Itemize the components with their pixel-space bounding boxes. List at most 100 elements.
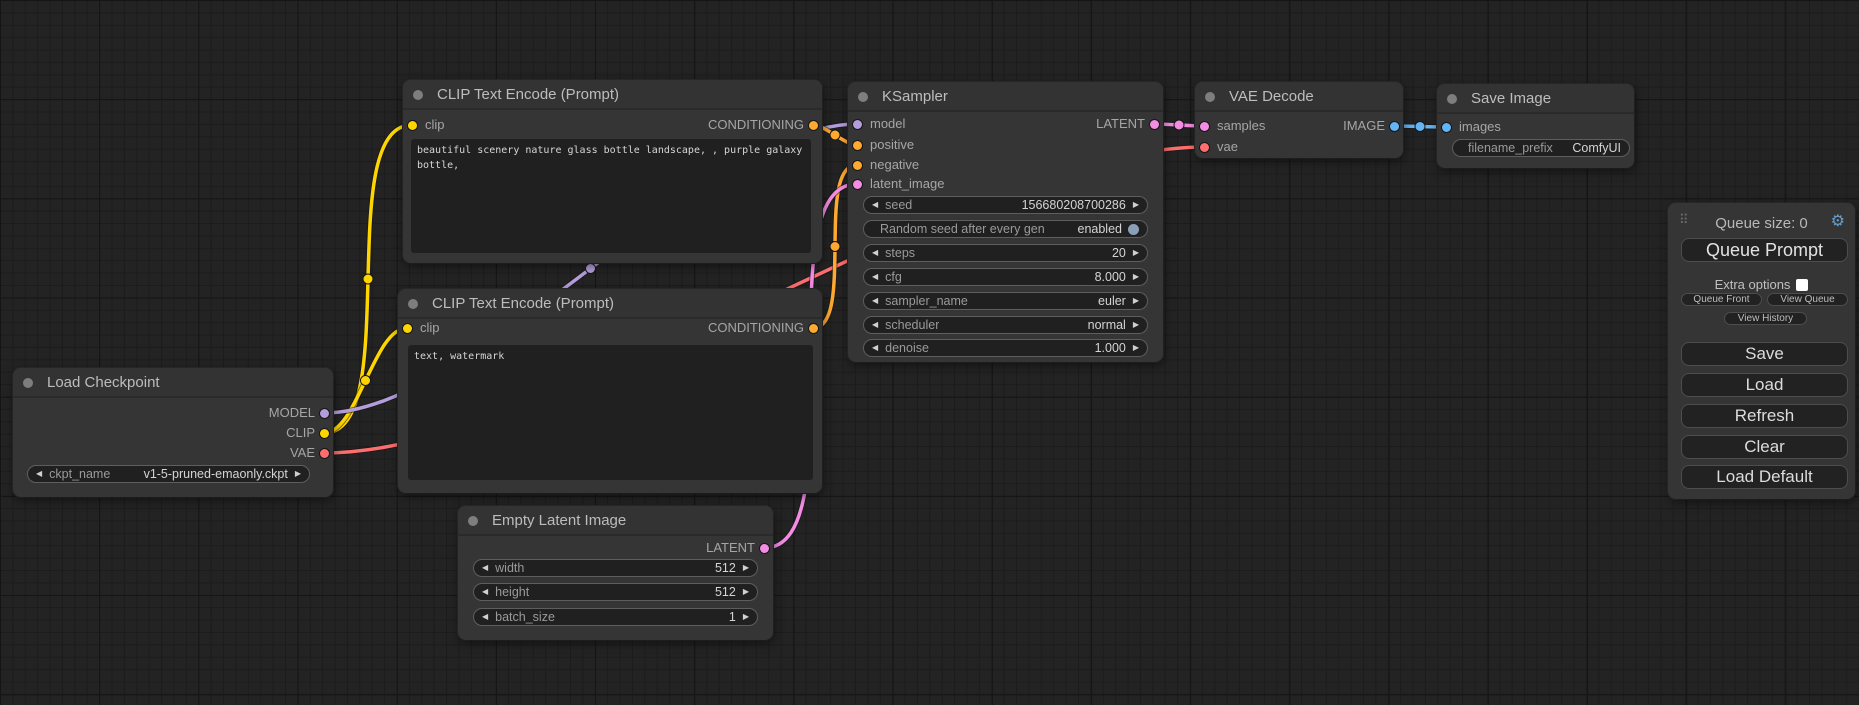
samples-input-label: samples [1217,119,1265,133]
empty-latent-node[interactable]: Empty Latent ImageLATENT◀width512▶◀heigh… [458,506,773,640]
increment-arrow-icon[interactable]: ▶ [1133,269,1139,285]
CONDITIONING-output-slot[interactable] [809,121,818,130]
filename_prefix-widget[interactable]: filename_prefix ComfyUI [1452,139,1630,157]
view-queue-button[interactable]: View Queue [1767,293,1848,306]
node-collapse-dot[interactable] [413,90,423,100]
link-midpoint-dot[interactable] [830,130,840,140]
link-midpoint-dot[interactable] [361,376,371,386]
VAE-output-label: VAE [290,446,315,460]
widget-value: normal [1082,318,1126,332]
denoise-widget[interactable]: ◀denoise1.000▶ [863,339,1148,357]
CLIP-output-slot[interactable] [320,429,329,438]
clear-button[interactable]: Clear [1681,435,1848,459]
IMAGE-output-slot[interactable] [1390,122,1399,131]
positive-input-slot[interactable] [853,141,862,150]
queue-front-button[interactable]: Queue Front [1681,293,1762,306]
negative-input-slot[interactable] [853,161,862,170]
widget-value: ComfyUI [1566,141,1621,155]
model-input-slot[interactable] [853,120,862,129]
decrement-arrow-icon[interactable]: ◀ [872,293,878,309]
clip-encode-1-node[interactable]: CLIP Text Encode (Prompt)clipCONDITIONIN… [403,80,822,263]
extra-options-checkbox[interactable] [1796,279,1808,291]
node-collapse-dot[interactable] [858,92,868,102]
scheduler-widget[interactable]: ◀schedulernormal▶ [863,316,1148,334]
decrement-arrow-icon[interactable]: ◀ [872,245,878,261]
height-widget[interactable]: ◀height512▶ [473,583,758,601]
queue-size-label: Queue size: 0 [1668,215,1855,232]
increment-arrow-icon[interactable]: ▶ [1133,340,1139,356]
sampler_name-widget[interactable]: ◀sampler_nameeuler▶ [863,292,1148,310]
clip-input-slot[interactable] [403,324,412,333]
node-collapse-dot[interactable] [23,378,33,388]
increment-arrow-icon[interactable]: ▶ [1133,317,1139,333]
steps-widget[interactable]: ◀steps20▶ [863,244,1148,262]
node-collapse-dot[interactable] [1205,92,1215,102]
vae-decode-node[interactable]: VAE DecodesamplesvaeIMAGE [1195,82,1403,158]
widget-value: 1 [723,610,736,624]
cfg-widget[interactable]: ◀cfg8.000▶ [863,268,1148,286]
graph-canvas[interactable]: Load CheckpointMODELCLIPVAE◀ckpt_namev1-… [0,0,1859,705]
refresh-button[interactable]: Refresh [1681,404,1848,428]
save-image-node[interactable]: Save Imageimagesfilename_prefixComfyUI [1437,84,1634,168]
CONDITIONING-output-slot[interactable] [809,324,818,333]
clip-input-label: clip [420,321,440,335]
ksampler-node[interactable]: KSamplermodelpositivenegativelatent_imag… [848,82,1163,362]
prompt-textarea[interactable]: text, watermark [408,345,813,480]
decrement-arrow-icon[interactable]: ◀ [36,466,42,482]
ckpt_name-widget[interactable]: ◀ckpt_namev1-5-pruned-emaonly.ckpt▶ [27,465,310,483]
images-input-slot[interactable] [1442,123,1451,132]
increment-arrow-icon[interactable]: ▶ [743,560,749,576]
widget-value: v1-5-pruned-emaonly.ckpt [138,467,288,481]
LATENT-output-slot[interactable] [760,544,769,553]
batch_size-widget[interactable]: ◀batch_size1▶ [473,608,758,626]
node-collapse-dot[interactable] [408,299,418,309]
images-input-label: images [1459,120,1501,134]
decrement-arrow-icon[interactable]: ◀ [872,340,878,356]
load-checkpoint-node[interactable]: Load CheckpointMODELCLIPVAE◀ckpt_namev1-… [13,368,333,497]
link-midpoint-dot[interactable] [1174,120,1184,130]
latent_image-input-slot[interactable] [853,180,862,189]
prompt-textarea[interactable]: beautiful scenery nature glass bottle la… [411,139,811,253]
gear-icon[interactable]: ⚙ [1831,211,1845,231]
increment-arrow-icon[interactable]: ▶ [1133,293,1139,309]
Random seed after every gen-widget[interactable]: Random seed after every genenabled [863,220,1148,238]
increment-arrow-icon[interactable]: ▶ [295,466,301,482]
link-midpoint-dot[interactable] [363,274,373,284]
widget-label: filename_prefix [1468,141,1553,155]
decrement-arrow-icon[interactable]: ◀ [482,560,488,576]
view-history-button[interactable]: View History [1724,312,1807,325]
load-button[interactable]: Load [1681,373,1848,397]
decrement-arrow-icon[interactable]: ◀ [872,269,878,285]
extra-options-row: Extra options [1668,277,1855,292]
decrement-arrow-icon[interactable]: ◀ [872,317,878,333]
node-collapse-dot[interactable] [1447,94,1457,104]
increment-arrow-icon[interactable]: ▶ [1133,245,1139,261]
samples-input-slot[interactable] [1200,122,1209,131]
LATENT-output-label: LATENT [706,541,755,555]
save-button[interactable]: Save [1681,342,1848,366]
decrement-arrow-icon[interactable]: ◀ [872,197,878,213]
seed-widget[interactable]: ◀seed156680208700286▶ [863,196,1148,214]
vae-input-label: vae [1217,140,1238,154]
node-collapse-dot[interactable] [468,516,478,526]
load-default-button[interactable]: Load Default [1681,465,1848,489]
decrement-arrow-icon[interactable]: ◀ [482,584,488,600]
LATENT-output-slot[interactable] [1150,120,1159,129]
increment-arrow-icon[interactable]: ▶ [743,609,749,625]
widget-value: 1.000 [1089,341,1126,355]
queue-prompt-button[interactable]: Queue Prompt [1681,238,1848,262]
clip-input-slot[interactable] [408,121,417,130]
MODEL-output-slot[interactable] [320,409,329,418]
decrement-arrow-icon[interactable]: ◀ [482,609,488,625]
link-midpoint-dot[interactable] [830,242,840,252]
link-midpoint-dot[interactable] [586,264,596,274]
link-midpoint-dot[interactable] [1415,122,1425,132]
clip-encode-2-node[interactable]: CLIP Text Encode (Prompt)clipCONDITIONIN… [398,289,822,493]
VAE-output-slot[interactable] [320,449,329,458]
vae-input-slot[interactable] [1200,143,1209,152]
increment-arrow-icon[interactable]: ▶ [743,584,749,600]
toggle-dot[interactable] [1128,224,1139,235]
width-widget[interactable]: ◀width512▶ [473,559,758,577]
increment-arrow-icon[interactable]: ▶ [1133,197,1139,213]
CLIP-output-label: CLIP [286,426,315,440]
